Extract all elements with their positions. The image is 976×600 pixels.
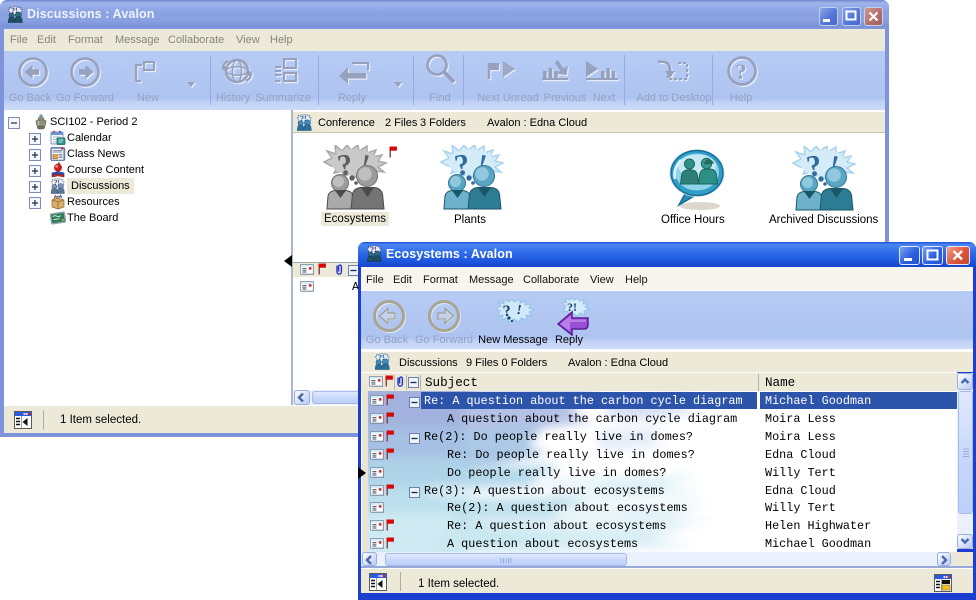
svg-text:?: ? — [736, 59, 747, 84]
